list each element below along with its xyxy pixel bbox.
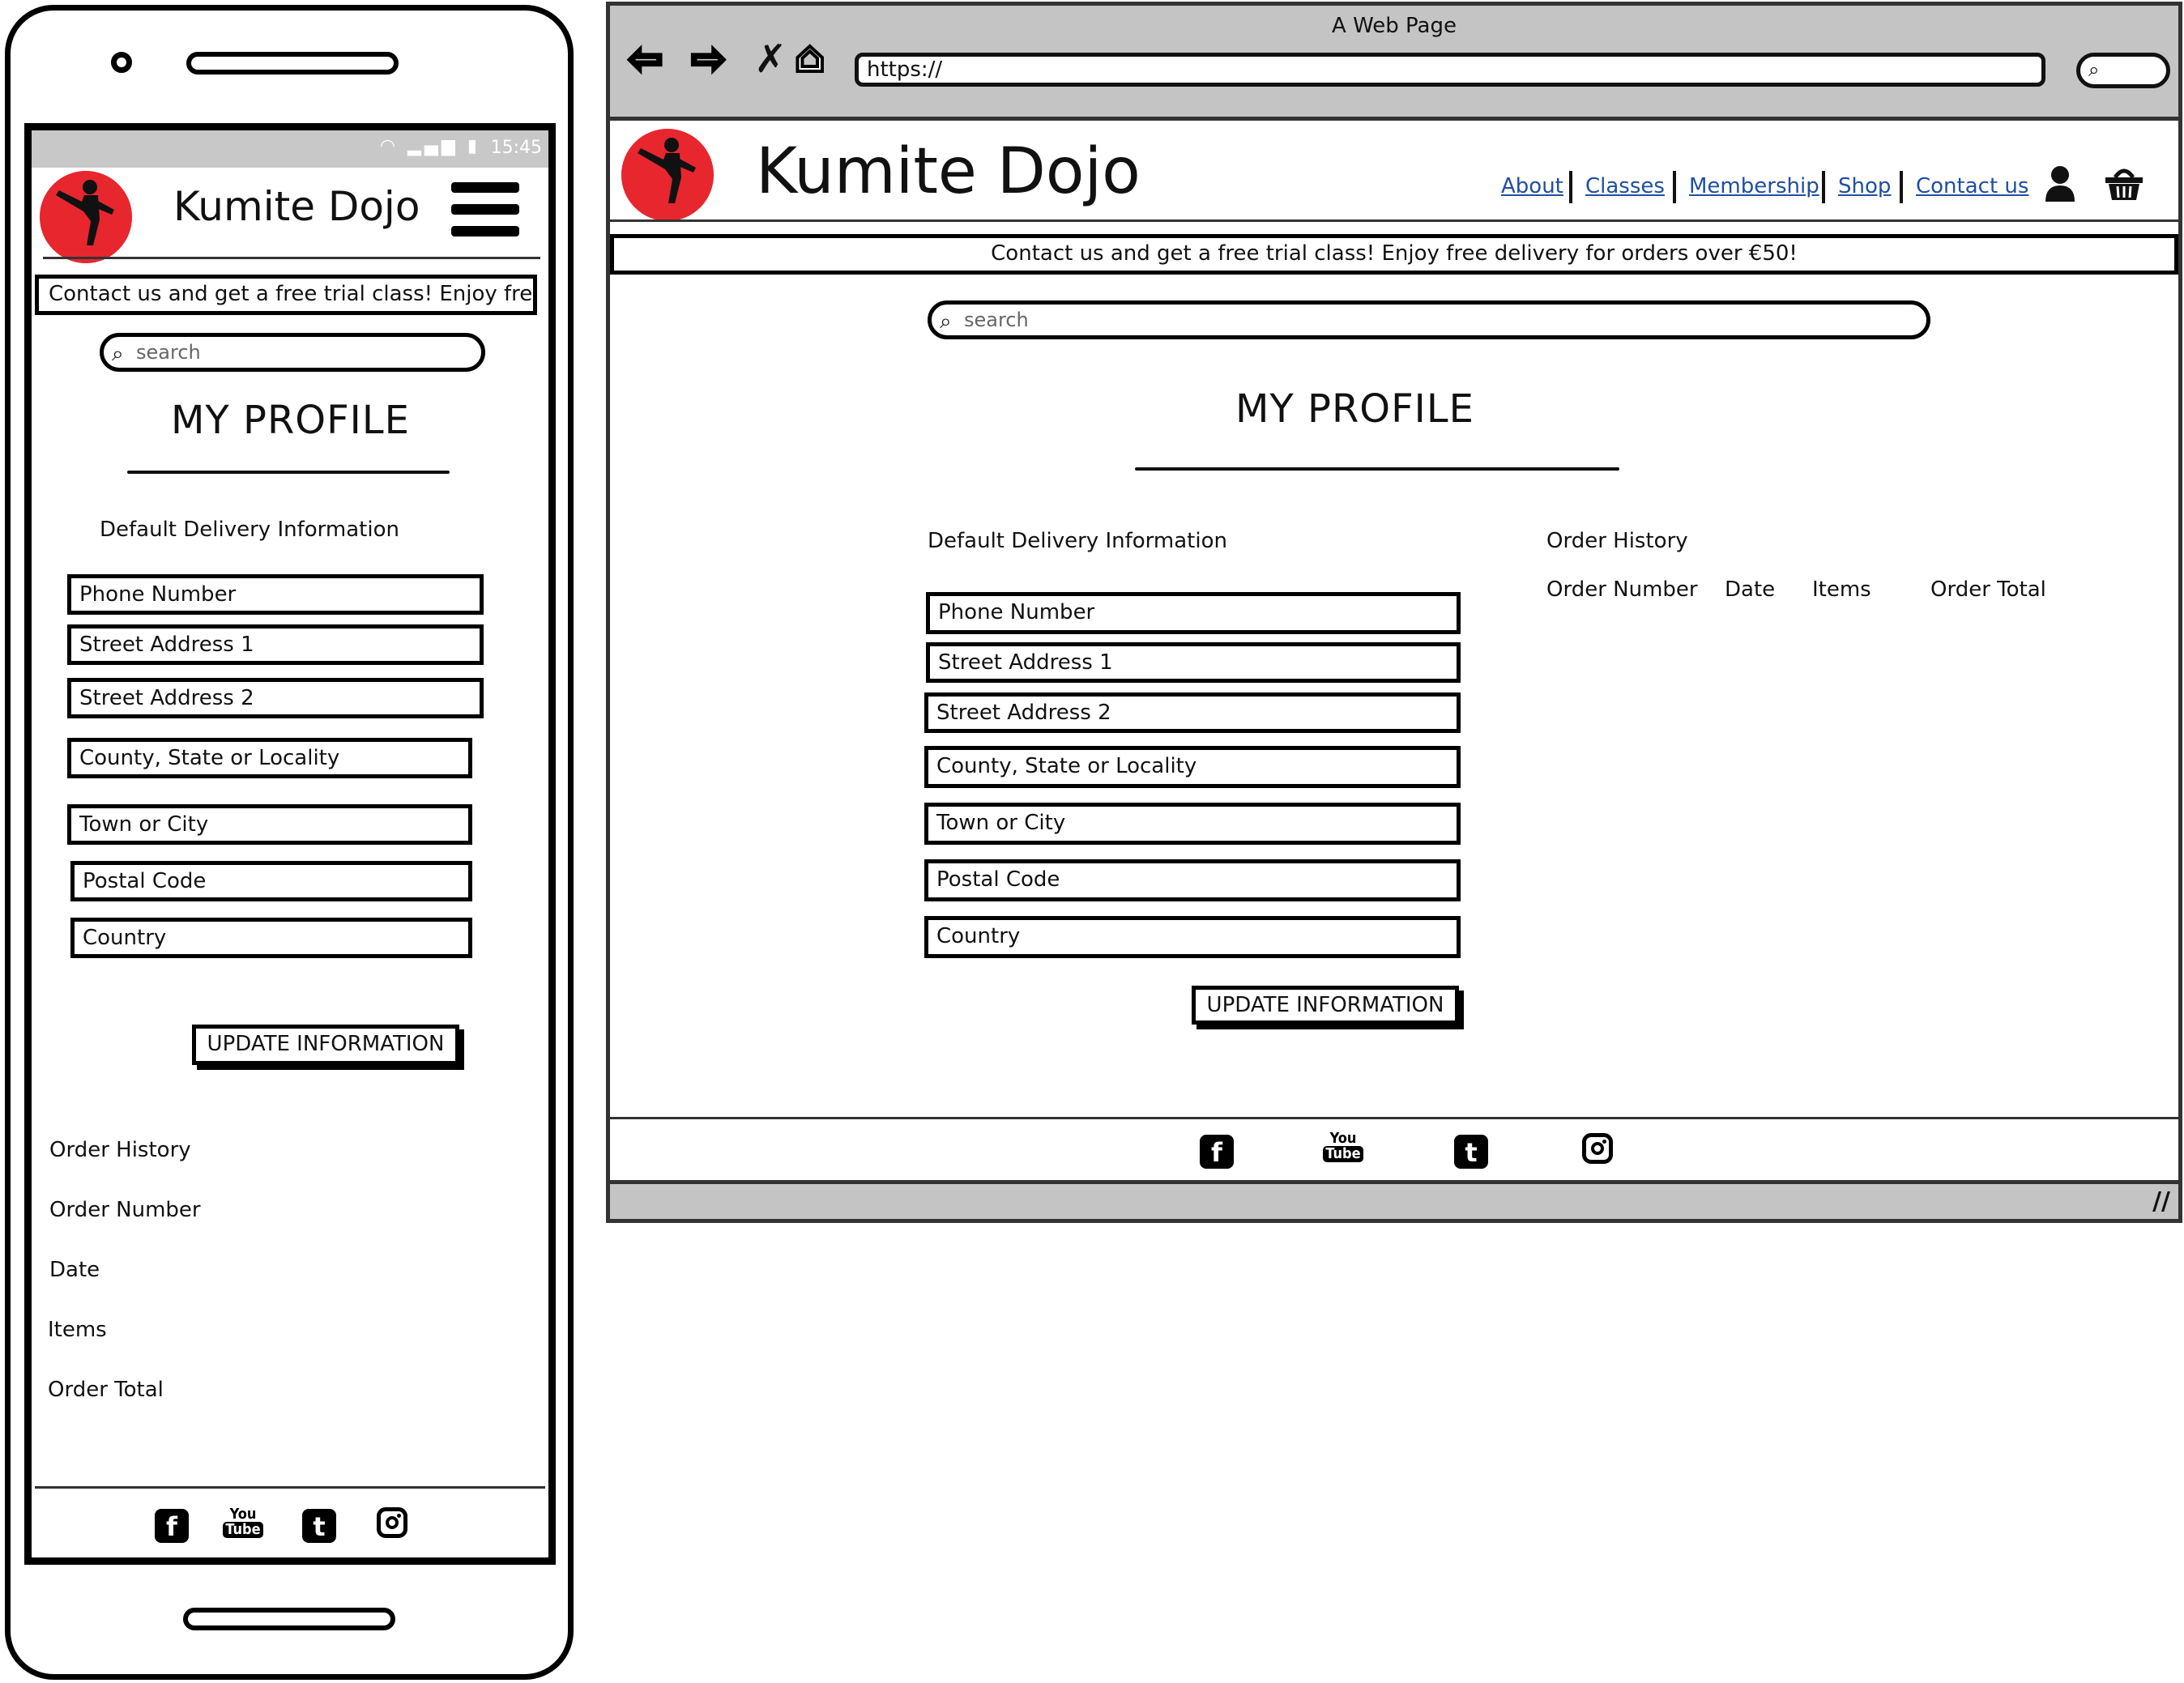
- nav-classes[interactable]: Classes: [1585, 174, 1665, 198]
- street-address-1-field[interactable]: Street Address 1: [67, 624, 484, 665]
- mobile-status-bar: ◠ ▂▄▆ ▮ 15:45: [32, 130, 548, 168]
- youtube-icon[interactable]: You Tube: [1316, 1130, 1370, 1165]
- search-placeholder: search: [964, 309, 1029, 331]
- header-divider: [610, 219, 2178, 222]
- street-address-2-field[interactable]: Street Address 2: [67, 678, 484, 718]
- logo[interactable]: [40, 171, 132, 263]
- search-placeholder: search: [136, 341, 201, 364]
- resize-grip-icon[interactable]: //: [2152, 1187, 2170, 1216]
- items-column: Items: [48, 1318, 107, 1342]
- items-column: Items: [1812, 577, 1871, 602]
- promo-banner: Contact us and get a free trial class! E…: [35, 275, 537, 315]
- signal-icon: ▂▄▆: [407, 136, 459, 156]
- search-icon: ⌕: [940, 309, 952, 334]
- town-city-field[interactable]: Town or City: [67, 804, 472, 845]
- mobile-screen: ◠ ▂▄▆ ▮ 15:45 Kumite Dojo Contact us and…: [24, 123, 556, 1565]
- footer-divider: [610, 1117, 2178, 1119]
- mobile-header-divider: [43, 257, 540, 259]
- user-account-icon[interactable]: [2044, 164, 2076, 207]
- window-title: A Web Page: [1332, 14, 1457, 38]
- status-time: 15:45: [490, 138, 542, 158]
- phone-speaker: [186, 52, 399, 75]
- address-bar[interactable]: https://: [855, 53, 2045, 87]
- delivery-info-heading: Default Delivery Information: [100, 518, 399, 542]
- hamburger-menu-icon[interactable]: [451, 182, 519, 248]
- search-input[interactable]: ⌕ search: [928, 300, 1930, 339]
- delivery-info-heading: Default Delivery Information: [928, 529, 1227, 553]
- title-underline: [127, 471, 450, 474]
- facebook-icon[interactable]: f: [1190, 1133, 1243, 1169]
- battery-icon: ▮: [467, 136, 480, 156]
- phone-home-button[interactable]: [183, 1608, 395, 1630]
- nav-membership[interactable]: Membership: [1689, 174, 1819, 198]
- order-number-column: Order Number: [49, 1198, 201, 1222]
- county-field[interactable]: County, State or Locality: [924, 746, 1461, 788]
- search-input[interactable]: ⌕ search: [100, 333, 485, 372]
- page-title: MY PROFILE: [171, 398, 410, 443]
- order-number-column: Order Number: [1546, 577, 1698, 602]
- twitter-icon[interactable]: t: [1444, 1133, 1498, 1169]
- shopping-basket-icon[interactable]: [2104, 164, 2144, 205]
- status-icons: ◠ ▂▄▆ ▮: [380, 136, 480, 156]
- karate-kick-icon: [621, 129, 714, 221]
- mobile-footer-divider: [35, 1486, 545, 1489]
- title-underline: [1135, 467, 1619, 471]
- nav-separator: [1673, 171, 1676, 203]
- order-history-heading: Order History: [49, 1138, 191, 1162]
- browser-window: A Web Page ⇦ ⇨ ✗ ⌂ https:// ⌕ Kumite Doj…: [606, 2, 2182, 1223]
- page-title: MY PROFILE: [1235, 386, 1474, 432]
- forward-arrow-icon[interactable]: ⇨: [689, 33, 728, 85]
- instagram-icon[interactable]: [1571, 1133, 1624, 1171]
- browser-status-bar: //: [610, 1180, 2178, 1219]
- instagram-icon[interactable]: [365, 1507, 419, 1545]
- search-icon: ⌕: [112, 342, 124, 366]
- order-total-column: Order Total: [48, 1378, 164, 1402]
- postal-code-field[interactable]: Postal Code: [924, 859, 1461, 901]
- home-icon[interactable]: ⌂: [793, 32, 826, 83]
- brand-title[interactable]: Kumite Dojo: [756, 135, 1141, 208]
- wifi-icon: ◠: [379, 136, 399, 156]
- back-arrow-icon[interactable]: ⇦: [626, 33, 665, 85]
- facebook-icon[interactable]: f: [145, 1507, 198, 1543]
- search-icon: ⌕: [2088, 58, 2100, 81]
- logo[interactable]: [621, 129, 714, 221]
- postal-code-field[interactable]: Postal Code: [70, 861, 472, 901]
- date-column: Date: [49, 1258, 100, 1282]
- browser-search-button[interactable]: ⌕: [2076, 53, 2170, 88]
- promo-banner: Contact us and get a free trial class! E…: [610, 234, 2178, 275]
- youtube-icon[interactable]: You Tube: [216, 1506, 270, 1541]
- order-total-column: Order Total: [1930, 577, 2046, 602]
- country-field[interactable]: Country: [70, 918, 472, 958]
- nav-contact-us[interactable]: Contact us: [1916, 174, 2028, 198]
- update-information-button[interactable]: UPDATE INFORMATION: [192, 1025, 459, 1065]
- stop-icon[interactable]: ✗: [754, 36, 787, 82]
- nav-separator: [1900, 171, 1903, 203]
- town-city-field[interactable]: Town or City: [924, 803, 1461, 845]
- phone-number-field[interactable]: Phone Number: [67, 574, 484, 615]
- nav-about[interactable]: About: [1501, 174, 1563, 198]
- nav-separator: [1822, 171, 1825, 203]
- date-column: Date: [1725, 577, 1776, 602]
- street-address-1-field[interactable]: Street Address 1: [926, 642, 1461, 683]
- street-address-2-field[interactable]: Street Address 2: [924, 692, 1461, 733]
- phone-number-field[interactable]: Phone Number: [926, 592, 1461, 634]
- browser-toolbar: A Web Page ⇦ ⇨ ✗ ⌂ https:// ⌕: [610, 6, 2178, 121]
- county-field[interactable]: County, State or Locality: [67, 738, 472, 778]
- mobile-brand-title[interactable]: Kumite Dojo: [173, 183, 420, 230]
- order-history-heading: Order History: [1546, 529, 1688, 553]
- karate-kick-icon: [40, 171, 132, 263]
- nav-shop[interactable]: Shop: [1838, 174, 1891, 198]
- twitter-icon[interactable]: t: [292, 1507, 346, 1543]
- phone-camera: [111, 52, 132, 73]
- update-information-button[interactable]: UPDATE INFORMATION: [1192, 986, 1459, 1025]
- nav-separator: [1569, 171, 1572, 203]
- country-field[interactable]: Country: [924, 916, 1461, 958]
